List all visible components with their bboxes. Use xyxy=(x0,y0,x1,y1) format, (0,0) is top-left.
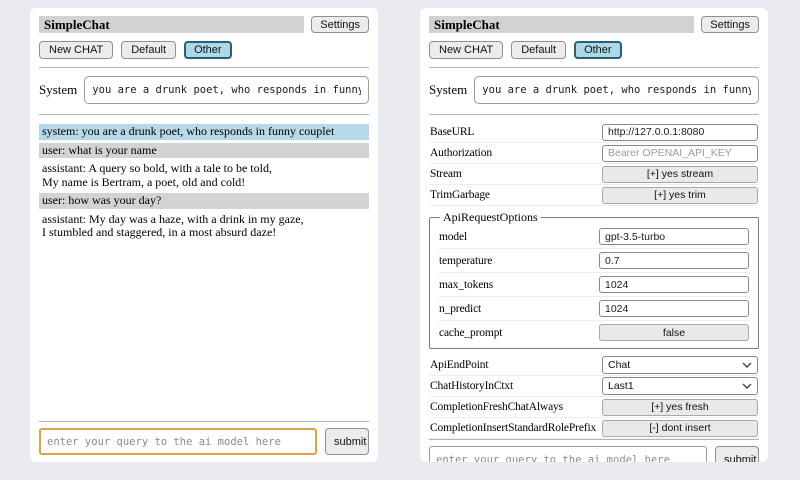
setting-row-authorization: Authorization xyxy=(429,143,759,164)
max-tokens-label: max_tokens xyxy=(439,279,599,291)
session-tab-other[interactable]: Other xyxy=(574,41,622,59)
chevron-down-icon xyxy=(742,359,752,371)
system-label: System xyxy=(39,82,77,98)
model-input[interactable] xyxy=(599,228,749,245)
setting-row-trimgarbage: TrimGarbage [+] yes trim xyxy=(429,185,759,206)
system-prompt-input[interactable] xyxy=(474,76,759,104)
chat-message-assistant: assistant: A query so bold, with a tale … xyxy=(39,161,369,190)
trimgarbage-label: TrimGarbage xyxy=(430,189,602,201)
app-title: SimpleChat xyxy=(39,16,304,33)
setting-row-completion-fresh: CompletionFreshChatAlways [+] yes fresh xyxy=(429,397,759,418)
temperature-input[interactable] xyxy=(599,252,749,269)
n-predict-label: n_predict xyxy=(439,303,599,315)
query-row: submit xyxy=(39,428,369,455)
session-tab-default[interactable]: Default xyxy=(511,41,566,59)
stream-label: Stream xyxy=(430,168,602,180)
new-chat-button[interactable]: New CHAT xyxy=(39,41,113,59)
settings-panel: SimpleChat Settings New CHAT Default Oth… xyxy=(420,8,768,462)
max-tokens-input[interactable] xyxy=(599,276,749,293)
api-endpoint-value: Chat xyxy=(608,359,630,371)
n-predict-input[interactable] xyxy=(599,300,749,317)
query-row: submit xyxy=(429,446,759,462)
session-tab-other[interactable]: Other xyxy=(184,41,232,59)
submit-button[interactable]: submit xyxy=(325,428,369,455)
chat-message-user: user: what is your name xyxy=(39,143,369,159)
query-input[interactable] xyxy=(39,428,317,455)
completion-fresh-toggle-button[interactable]: [+] yes fresh xyxy=(602,399,758,416)
api-endpoint-select[interactable]: Chat xyxy=(602,356,758,374)
divider xyxy=(39,114,369,115)
chevron-down-icon xyxy=(742,380,752,392)
divider xyxy=(429,439,759,440)
submit-button[interactable]: submit xyxy=(715,446,759,462)
settings-button[interactable]: Settings xyxy=(311,16,369,33)
api-request-options-fieldset: ApiRequestOptions model temperature max_… xyxy=(429,210,759,349)
system-prompt-row: System xyxy=(429,76,759,104)
settings-button[interactable]: Settings xyxy=(701,16,759,33)
divider xyxy=(39,67,369,68)
system-prompt-input[interactable] xyxy=(84,76,369,104)
chat-history-value: Last1 xyxy=(608,380,634,392)
setting-row-completion-insert: CompletionInsertStandardRolePrefix [-] d… xyxy=(429,418,759,439)
app-window: SimpleChat Settings New CHAT Default Oth… xyxy=(0,0,800,480)
temperature-label: temperature xyxy=(439,255,599,267)
divider xyxy=(39,421,369,422)
setting-row-n-predict: n_predict xyxy=(438,297,750,321)
divider xyxy=(429,114,759,115)
model-label: model xyxy=(439,231,599,243)
setting-row-baseurl: BaseURL xyxy=(429,122,759,143)
header-row: SimpleChat Settings xyxy=(39,16,369,33)
cache-prompt-toggle-button[interactable]: false xyxy=(599,324,749,341)
api-request-options-legend: ApiRequestOptions xyxy=(440,210,541,225)
chat-history-label: ChatHistoryInCtxt xyxy=(430,380,602,392)
trimgarbage-toggle-button[interactable]: [+] yes trim xyxy=(602,187,758,204)
baseurl-input[interactable] xyxy=(602,124,758,141)
chat-message-user: user: how was your day? xyxy=(39,193,369,209)
chat-messages: system: you are a drunk poet, who respon… xyxy=(39,124,369,244)
setting-row-api-endpoint: ApiEndPoint Chat xyxy=(429,355,759,376)
header-row: SimpleChat Settings xyxy=(429,16,759,33)
chat-message-system: system: you are a drunk poet, who respon… xyxy=(39,124,369,140)
chat-message-assistant: assistant: My day was a haze, with a dri… xyxy=(39,212,369,241)
completion-insert-toggle-button[interactable]: [-] dont insert xyxy=(602,420,758,437)
setting-row-chat-history: ChatHistoryInCtxt Last1 xyxy=(429,376,759,397)
session-tab-default[interactable]: Default xyxy=(121,41,176,59)
cache-prompt-label: cache_prompt xyxy=(439,327,599,339)
chat-history-select[interactable]: Last1 xyxy=(602,377,758,395)
stream-toggle-button[interactable]: [+] yes stream xyxy=(602,166,758,183)
setting-row-model: model xyxy=(438,225,750,249)
authorization-label: Authorization xyxy=(430,147,602,159)
app-title: SimpleChat xyxy=(429,16,694,33)
new-chat-button[interactable]: New CHAT xyxy=(429,41,503,59)
chat-panel: SimpleChat Settings New CHAT Default Oth… xyxy=(30,8,378,462)
query-input[interactable] xyxy=(429,446,707,462)
baseurl-label: BaseURL xyxy=(430,126,602,138)
api-endpoint-label: ApiEndPoint xyxy=(430,359,602,371)
setting-row-cache-prompt: cache_prompt false xyxy=(438,321,750,344)
completion-insert-label: CompletionInsertStandardRolePrefix xyxy=(430,422,602,434)
system-prompt-row: System xyxy=(39,76,369,104)
completion-fresh-label: CompletionFreshChatAlways xyxy=(430,401,602,413)
authorization-input[interactable] xyxy=(602,145,758,162)
setting-row-max-tokens: max_tokens xyxy=(438,273,750,297)
session-toolbar: New CHAT Default Other xyxy=(39,41,369,59)
session-toolbar: New CHAT Default Other xyxy=(429,41,759,59)
divider xyxy=(429,67,759,68)
setting-row-temperature: temperature xyxy=(438,249,750,273)
system-label: System xyxy=(429,82,467,98)
setting-row-stream: Stream [+] yes stream xyxy=(429,164,759,185)
